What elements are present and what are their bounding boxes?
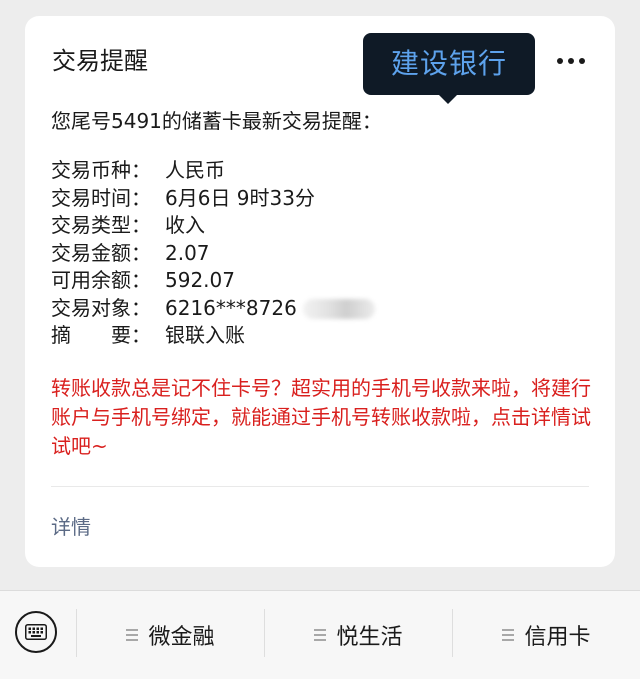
detail-value: 592.07 [165,268,235,292]
detail-row-amount: 交易金额： 2.07 [51,240,375,268]
menu-item-yue-shenghuo[interactable]: 悦生活 [265,591,452,679]
blurred-name-redaction [302,299,375,319]
menu-item-label: 悦生活 [336,625,403,650]
details-link[interactable]: 详情 [51,512,91,542]
keyboard-toggle-button[interactable] [15,611,57,653]
detail-row-counterparty: 交易对象： 6216***8726 [51,295,375,323]
detail-label: 交易金额： [51,240,151,265]
menu-lines-icon [126,629,139,641]
detail-label: 交易对象： [51,295,151,320]
detail-value: 6月6日 9时33分 [165,185,315,210]
detail-value: 收入 [165,213,205,237]
bottom-menu-bar: 微金融 悦生活 信用卡 [0,590,640,679]
detail-label: 交易时间： [51,185,151,210]
detail-row-type: 交易类型： 收入 [51,212,375,240]
detail-label: 可用余额： [51,268,151,292]
menu-lines-icon [314,629,327,641]
detail-label: 摘 要： [51,323,151,347]
detail-value: 银联入账 [165,323,245,347]
detail-row-currency: 交易币种： 人民币 [51,157,375,185]
menu-item-label: 微金融 [148,625,215,650]
detail-value: 人民币 [165,158,225,182]
detail-value: 2.07 [165,240,210,265]
promo-text: 转账收款总是记不住卡号？超实用的手机号收款来啦，将建行账户与手机号绑定，就能通过… [51,376,591,458]
menu-item-label: 信用卡 [524,625,591,650]
detail-value: 6216***8726 [165,295,375,323]
divider [51,486,589,487]
more-button[interactable] [551,46,591,76]
detail-row-summary: 摘 要： 银联入账 [51,322,375,350]
detail-row-time: 交易时间： 6月6日 9时33分 [51,185,375,213]
transaction-details: 交易币种： 人民币 交易时间： 6月6日 9时33分 交易类型： 收入 交易金额… [51,157,375,350]
sender-tooltip: 建设银行 [363,33,535,95]
card-title: 交易提醒 [52,47,148,75]
counterparty-number: 6216***8726 [165,295,297,320]
more-dots-icon [557,58,585,64]
message-card: 交易提醒 建设银行 您尾号5491的储蓄卡最新交易提醒： 交易币种： 人民币 交… [25,16,615,567]
tooltip-arrow [438,94,458,104]
menu-item-wei-jinrong[interactable]: 微金融 [77,591,264,679]
detail-label: 交易币种： [51,158,151,182]
detail-label: 交易类型： [51,213,151,237]
menu-lines-icon [502,629,515,641]
menu-item-credit-card[interactable]: 信用卡 [453,591,640,679]
detail-row-balance: 可用余额： 592.07 [51,267,375,295]
keyboard-icon [25,624,47,640]
intro-text: 您尾号5491的储蓄卡最新交易提醒： [51,109,382,133]
